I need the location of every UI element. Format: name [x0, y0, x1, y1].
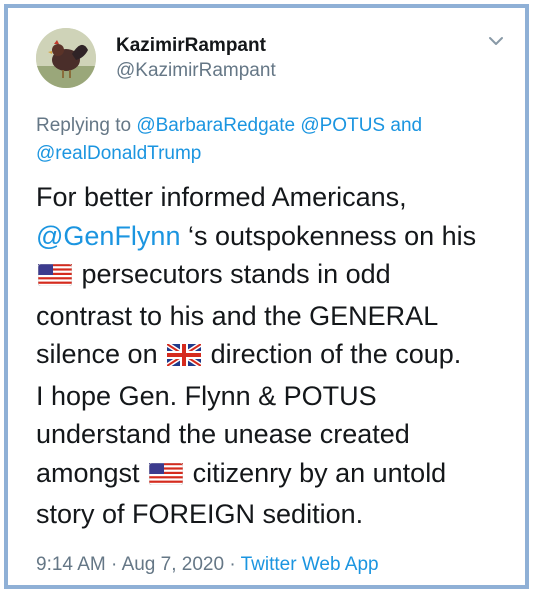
display-name[interactable]: KazimirRampant — [116, 34, 276, 58]
reply-and[interactable]: and — [390, 115, 422, 136]
tweet-text: silence on — [36, 339, 166, 369]
tweet-line: @GenFlynn ‘s outspokenness on his — [36, 217, 511, 256]
tweet-text: direction of the coup. — [203, 339, 462, 369]
meta-separator: · — [111, 554, 118, 575]
tweet-meta: 9:14 AM · Aug 7, 2020 · Twitter Web App — [36, 552, 505, 578]
meta-separator: · — [229, 554, 236, 575]
tweet-text: persecutors stands in odd — [74, 259, 391, 289]
reply-mention-link[interactable]: @BarbaraRedgate — [136, 115, 295, 136]
tweet-line: understand the unease created — [36, 419, 410, 449]
tweet-text: citizenry by an untold — [185, 457, 447, 488]
rooster-avatar-icon — [36, 28, 96, 88]
reply-mention-link[interactable]: @realDonaldTrump — [36, 143, 201, 164]
user-handle[interactable]: @KazimirRampant — [116, 58, 276, 84]
tweet-source-link[interactable]: Twitter Web App — [241, 554, 379, 575]
tweet-line: silence on direction of the coup. — [36, 335, 511, 377]
tweet-line: amongst citizenry by an untold — [36, 454, 511, 496]
replying-to: Replying to @BarbaraRedgate @POTUS and @… — [36, 112, 501, 168]
uk-flag-icon — [165, 338, 203, 377]
reply-mention-link[interactable]: @POTUS — [300, 115, 385, 136]
tweet-line: persecutors stands in odd — [36, 255, 511, 297]
tweet-line: I hope Gen. Flynn & POTUS — [36, 380, 377, 411]
chevron-down-icon[interactable] — [487, 32, 505, 50]
us-flag-icon — [148, 457, 184, 496]
tweet-time[interactable]: 9:14 AM — [36, 554, 106, 575]
tweet-line: story of FOREIGN sedition. — [36, 499, 364, 529]
tweet-line: contrast to his and the GENERAL — [36, 300, 439, 331]
tweet-body: For better informed Americans, @GenFlynn… — [36, 178, 511, 534]
tweet-line: For better informed Americans, — [36, 182, 407, 212]
tweet-date[interactable]: Aug 7, 2020 — [122, 554, 224, 575]
user-avatar[interactable] — [36, 28, 96, 88]
tweet-card: KazimirRampant @KazimirRampant Replying … — [4, 4, 529, 589]
tweet-text: amongst — [36, 457, 148, 488]
replying-prefix: Replying to — [36, 115, 132, 136]
user-names: KazimirRampant @KazimirRampant — [116, 34, 276, 84]
tweet-text: ‘s outspokenness on his — [180, 220, 477, 251]
mention-link[interactable]: @GenFlynn — [36, 221, 180, 251]
us-flag-icon — [37, 258, 73, 297]
tweet-header: KazimirRampant @KazimirRampant — [36, 28, 505, 98]
